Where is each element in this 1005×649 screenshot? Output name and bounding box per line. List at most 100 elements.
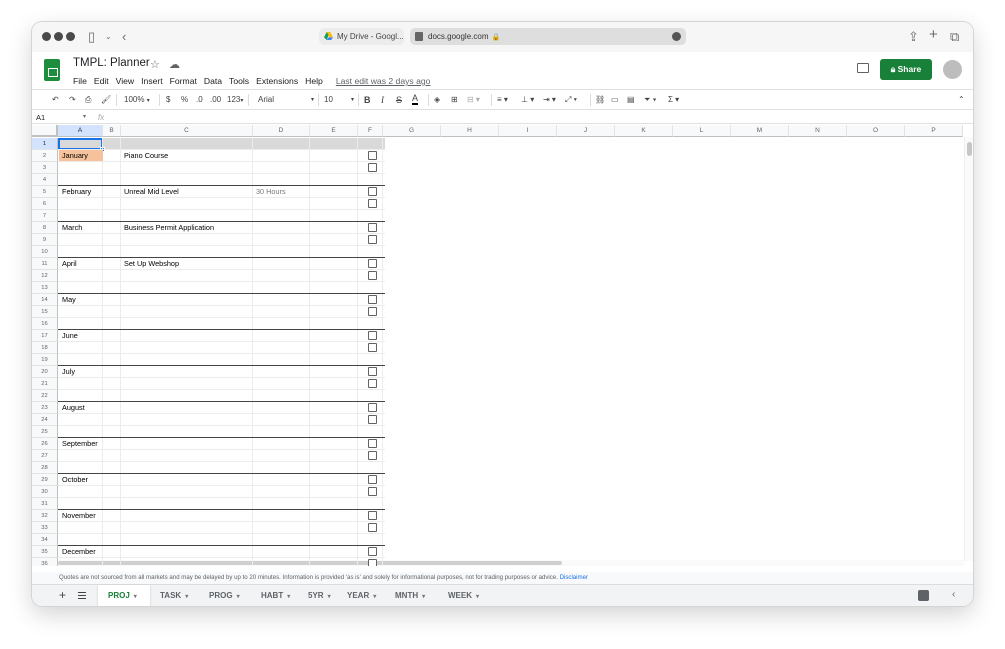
- task-checkbox[interactable]: [368, 451, 377, 460]
- task-checkbox[interactable]: [368, 403, 377, 412]
- all-sheets-icon[interactable]: [78, 592, 86, 599]
- menu-tools[interactable]: Tools: [229, 74, 249, 88]
- task-checkbox[interactable]: [368, 235, 377, 244]
- menu-data[interactable]: Data: [204, 74, 222, 88]
- spreadsheet-grid[interactable]: A B C D E F G H I J K L M N O P 1 2 3 4 5 6 7 8 9 10 11 12 13 14 15 16 1…: [32, 125, 973, 566]
- month-cell[interactable]: December: [62, 546, 96, 558]
- row-header-27[interactable]: 27: [32, 450, 58, 462]
- horizontal-scrollbar[interactable]: [58, 560, 964, 566]
- new-tab-icon[interactable]: +: [929, 27, 938, 43]
- sheet-tab-5yr[interactable]: 5YR ▾: [298, 585, 337, 606]
- task-checkbox[interactable]: [368, 547, 377, 556]
- text-rotation-icon[interactable]: ⤢ ▾: [565, 93, 577, 107]
- text-wrapping-icon[interactable]: ⇥ ▾: [543, 93, 556, 107]
- row-header-19[interactable]: 19: [32, 354, 58, 366]
- row-header-23[interactable]: 23: [32, 402, 58, 414]
- project-cell[interactable]: Piano Course: [124, 150, 168, 162]
- print-icon[interactable]: ⎙: [85, 93, 91, 107]
- chevron-down-icon[interactable]: ▾: [237, 594, 240, 600]
- task-checkbox[interactable]: [368, 187, 377, 196]
- menu-view[interactable]: View: [116, 74, 134, 88]
- merge-cells-icon[interactable]: ⊟ ▾: [467, 93, 480, 107]
- star-icon[interactable]: ☆: [150, 58, 160, 71]
- percent-format-button[interactable]: %: [181, 93, 188, 107]
- row-header-12[interactable]: 12: [32, 270, 58, 282]
- task-checkbox[interactable]: [368, 271, 377, 280]
- task-checkbox[interactable]: [368, 511, 377, 520]
- row-header-8[interactable]: 8: [32, 222, 58, 234]
- column-header-m[interactable]: M: [731, 125, 789, 137]
- month-cell[interactable]: November: [62, 510, 96, 522]
- menu-format[interactable]: Format: [170, 74, 197, 88]
- project-cell[interactable]: Unreal Mid Level: [124, 186, 179, 198]
- increase-decimal-button[interactable]: .00: [210, 93, 221, 107]
- vertical-align-icon[interactable]: ⊥ ▾: [521, 93, 534, 107]
- month-cell[interactable]: March: [62, 222, 82, 234]
- row-header-18[interactable]: 18: [32, 342, 58, 354]
- row-header-10[interactable]: 10: [32, 246, 58, 258]
- vertical-scrollbar[interactable]: [964, 137, 973, 561]
- disclaimer-link[interactable]: Disclaimer: [560, 574, 588, 581]
- row-header-36[interactable]: 36: [32, 558, 58, 566]
- google-sheets-logo[interactable]: [44, 59, 60, 81]
- font-select[interactable]: Arial ▾: [258, 93, 314, 107]
- month-cell[interactable]: April: [62, 258, 77, 270]
- sheet-tab-mnth[interactable]: MNTH ▾: [385, 585, 438, 606]
- column-header-b[interactable]: B: [103, 125, 121, 137]
- scroll-thumb[interactable]: [58, 561, 562, 565]
- chevron-down-icon[interactable]: ▾: [287, 594, 290, 600]
- fill-color-icon[interactable]: ◈: [434, 93, 440, 107]
- row-header-34[interactable]: 34: [32, 534, 58, 546]
- sheet-tab-proj[interactable]: PROJ ▾: [98, 585, 150, 606]
- select-all-corner[interactable]: [32, 125, 58, 137]
- column-header-j[interactable]: J: [557, 125, 615, 137]
- font-size-select[interactable]: 10 ▾: [324, 93, 354, 107]
- task-checkbox[interactable]: [368, 439, 377, 448]
- row-header-21[interactable]: 21: [32, 378, 58, 390]
- row-header-35[interactable]: 35: [32, 546, 58, 558]
- row-header-2[interactable]: 2: [32, 150, 58, 162]
- filter-icon[interactable]: ⏷ ▾: [644, 93, 657, 107]
- scroll-thumb[interactable]: [967, 142, 972, 156]
- add-sheet-button[interactable]: +: [59, 588, 66, 602]
- row-header-28[interactable]: 28: [32, 462, 58, 474]
- task-checkbox[interactable]: [368, 331, 377, 340]
- row-header-22[interactable]: 22: [32, 390, 58, 402]
- column-header-d[interactable]: D: [253, 125, 310, 137]
- sheet-tab-year[interactable]: YEAR ▾: [337, 585, 385, 606]
- row-header-6[interactable]: 6: [32, 198, 58, 210]
- row-header-9[interactable]: 9: [32, 234, 58, 246]
- task-checkbox[interactable]: [368, 199, 377, 208]
- share-button[interactable]: 🔒︎ Share: [880, 59, 932, 80]
- strikethrough-button[interactable]: S: [396, 93, 402, 107]
- zoom-select[interactable]: 100% ▾: [124, 93, 150, 108]
- insert-comment-icon[interactable]: ▭: [611, 93, 619, 107]
- row-header-24[interactable]: 24: [32, 414, 58, 426]
- name-box[interactable]: A1 ▾: [36, 111, 90, 124]
- task-checkbox[interactable]: [368, 343, 377, 352]
- sheet-tab-habt[interactable]: HABT ▾: [251, 585, 298, 606]
- task-checkbox[interactable]: [368, 223, 377, 232]
- avatar[interactable]: [943, 60, 962, 79]
- back-icon[interactable]: ‹: [122, 29, 126, 45]
- task-checkbox[interactable]: [368, 151, 377, 160]
- task-checkbox[interactable]: [368, 259, 377, 268]
- row-header-32[interactable]: 32: [32, 510, 58, 522]
- task-checkbox[interactable]: [368, 163, 377, 172]
- comment-history-icon[interactable]: [857, 63, 869, 73]
- task-checkbox[interactable]: [368, 487, 377, 496]
- explore-icon[interactable]: [918, 590, 929, 601]
- menu-insert[interactable]: Insert: [141, 74, 163, 88]
- chevron-left-icon[interactable]: ‹: [952, 589, 955, 600]
- task-checkbox[interactable]: [368, 379, 377, 388]
- month-cell[interactable]: August: [62, 402, 85, 414]
- column-header-c[interactable]: C: [121, 125, 253, 137]
- more-formats-select[interactable]: 123▾: [227, 93, 243, 108]
- bold-button[interactable]: B: [364, 93, 371, 107]
- row-header-17[interactable]: 17: [32, 330, 58, 342]
- row-header-14[interactable]: 14: [32, 294, 58, 306]
- text-color-button[interactable]: A: [412, 93, 419, 105]
- column-header-e[interactable]: E: [310, 125, 358, 137]
- insert-link-icon[interactable]: ⛓: [595, 93, 605, 107]
- address-bar[interactable]: docs.google.com 🔒: [410, 28, 686, 45]
